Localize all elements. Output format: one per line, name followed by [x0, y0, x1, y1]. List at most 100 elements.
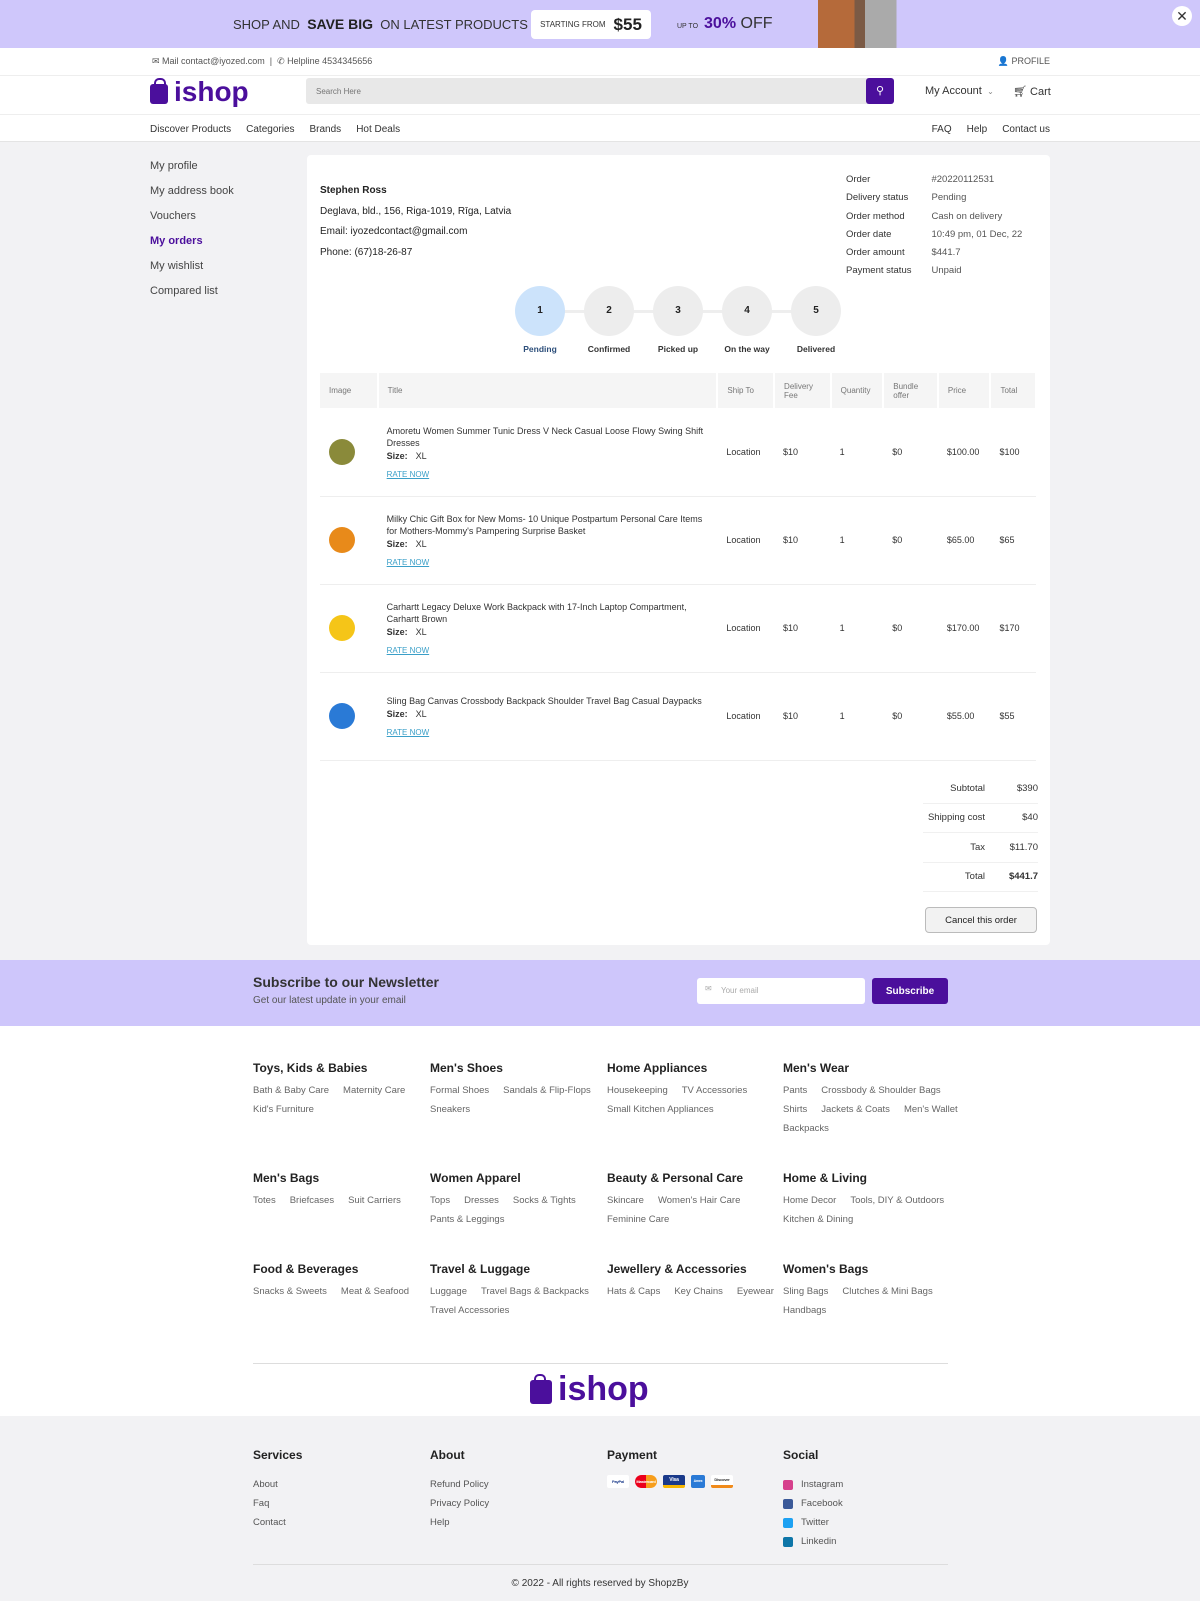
category-link[interactable]: Kid's Furniture: [253, 1104, 314, 1115]
sidebar-item-my-profile[interactable]: My profile: [150, 160, 234, 185]
rate-now-link[interactable]: RATE NOW: [387, 646, 709, 655]
category-link[interactable]: Dresses: [464, 1195, 499, 1206]
category-link[interactable]: Briefcases: [290, 1195, 334, 1206]
total-label: Total: [964, 871, 985, 883]
sidebar-item-my-orders[interactable]: My orders: [150, 235, 234, 260]
product-thumbnail[interactable]: [329, 527, 355, 553]
category-link[interactable]: Tools, DIY & Outdoors: [850, 1195, 944, 1206]
category-link[interactable]: Luggage: [430, 1286, 467, 1297]
category-link[interactable]: Home Decor: [783, 1195, 836, 1206]
category-link[interactable]: Travel Accessories: [430, 1305, 509, 1316]
product-title[interactable]: Amoretu Women Summer Tunic Dress V Neck …: [387, 425, 709, 449]
category-link[interactable]: Bath & Baby Care: [253, 1085, 329, 1096]
sidebar-item-address-book[interactable]: My address book: [150, 185, 234, 210]
category-link[interactable]: Clutches & Mini Bags: [842, 1286, 932, 1297]
social-label: Instagram: [801, 1479, 844, 1490]
social-link-instagram[interactable]: Instagram: [783, 1475, 843, 1494]
nav-contact-us[interactable]: Contact us: [1002, 124, 1050, 135]
category-link[interactable]: Housekeeping: [607, 1085, 668, 1096]
nav-hot-deals[interactable]: Hot Deals: [356, 124, 400, 135]
footer-link-help[interactable]: Help: [430, 1513, 489, 1532]
category-link[interactable]: Feminine Care: [607, 1214, 669, 1225]
social-label: Linkedin: [801, 1536, 837, 1547]
category-link[interactable]: Formal Shoes: [430, 1085, 489, 1096]
product-title[interactable]: Carhartt Legacy Deluxe Work Backpack wit…: [387, 601, 709, 625]
nav-faq[interactable]: FAQ: [932, 124, 952, 135]
product-thumbnail[interactable]: [329, 703, 355, 729]
nav-brands[interactable]: Brands: [310, 124, 342, 135]
category-link[interactable]: Skincare: [607, 1195, 644, 1206]
promo-banner[interactable]: SHOP AND SAVE BIG ON LATEST PRODUCTS STA…: [0, 0, 1200, 48]
category-link[interactable]: TV Accessories: [682, 1085, 747, 1096]
footer-link-contact[interactable]: Contact: [253, 1513, 302, 1532]
mail-contact[interactable]: Mail contact@iyozed.com: [162, 56, 265, 66]
helpline[interactable]: Helpline 4534345656: [287, 56, 372, 66]
product-title[interactable]: Milky Chic Gift Box for New Moms- 10 Uni…: [387, 513, 709, 537]
progress-step: 4 On the way: [722, 286, 772, 354]
category-link[interactable]: Snacks & Sweets: [253, 1286, 327, 1297]
column-header: Delivery Fee: [774, 373, 832, 408]
sidebar-item-vouchers[interactable]: Vouchers: [150, 210, 234, 235]
category-link[interactable]: Backpacks: [783, 1123, 829, 1134]
category-link[interactable]: Totes: [253, 1195, 276, 1206]
footer-link-privacy[interactable]: Privacy Policy: [430, 1494, 489, 1513]
category-link[interactable]: Shirts: [783, 1104, 807, 1115]
my-account-dropdown[interactable]: My Account ⌄: [925, 85, 994, 97]
category-link[interactable]: Suit Carriers: [348, 1195, 401, 1206]
category-link[interactable]: Eyewear: [737, 1286, 774, 1297]
social-link-linkedin[interactable]: Linkedin: [783, 1532, 843, 1551]
rate-now-link[interactable]: RATE NOW: [387, 558, 709, 567]
nav-discover-products[interactable]: Discover Products: [150, 124, 231, 135]
category-link[interactable]: Jackets & Coats: [821, 1104, 890, 1115]
footer-logo[interactable]: ishop: [530, 1370, 649, 1409]
category-link[interactable]: Pants: [783, 1085, 807, 1096]
category-link[interactable]: Sling Bags: [783, 1286, 828, 1297]
sidebar-item-compared-list[interactable]: Compared list: [150, 285, 234, 310]
subscribe-button[interactable]: Subscribe: [872, 978, 948, 1004]
category-link[interactable]: Crossbody & Shoulder Bags: [821, 1085, 940, 1096]
footer-link-faq[interactable]: Faq: [253, 1494, 302, 1513]
column-header: Bundle offer: [883, 373, 939, 408]
category-link[interactable]: Kitchen & Dining: [783, 1214, 853, 1225]
footer-link-refund[interactable]: Refund Policy: [430, 1475, 489, 1494]
close-banner-button[interactable]: ✕: [1172, 6, 1192, 26]
category-link[interactable]: Maternity Care: [343, 1085, 405, 1096]
category-link[interactable]: Tops: [430, 1195, 450, 1206]
profile-link[interactable]: 👤 PROFILE: [998, 56, 1050, 67]
category-link[interactable]: Small Kitchen Appliances: [607, 1104, 714, 1115]
logo[interactable]: ishop: [150, 76, 249, 108]
rate-now-link[interactable]: RATE NOW: [387, 470, 709, 479]
newsletter-email-input[interactable]: ✉ Your email: [697, 978, 865, 1004]
divider: [253, 1564, 948, 1565]
banner-price-pill: STARTING FROM $55: [531, 10, 651, 39]
social-link-facebook[interactable]: Facebook: [783, 1494, 843, 1513]
rate-now-link[interactable]: RATE NOW: [387, 728, 709, 737]
product-title[interactable]: Sling Bag Canvas Crossbody Backpack Shou…: [387, 695, 709, 707]
category-link[interactable]: Hats & Caps: [607, 1286, 660, 1297]
product-thumbnail[interactable]: [329, 615, 355, 641]
category-link[interactable]: Key Chains: [674, 1286, 723, 1297]
category-link[interactable]: Socks & Tights: [513, 1195, 576, 1206]
search-button[interactable]: ⚲: [866, 78, 894, 104]
category-link[interactable]: Sneakers: [430, 1104, 470, 1115]
nav-categories[interactable]: Categories: [246, 124, 294, 135]
category-link[interactable]: Travel Bags & Backpacks: [481, 1286, 589, 1297]
category-link[interactable]: Meat & Seafood: [341, 1286, 409, 1297]
category-link[interactable]: Men's Wallet: [904, 1104, 958, 1115]
category-link[interactable]: Pants & Leggings: [430, 1214, 504, 1225]
category-link[interactable]: Sandals & Flip-Flops: [503, 1085, 591, 1096]
sidebar-item-wishlist[interactable]: My wishlist: [150, 260, 234, 285]
nav-help[interactable]: Help: [967, 124, 988, 135]
category-link[interactable]: Handbags: [783, 1305, 826, 1316]
newsletter-subtitle: Get our latest update in your email: [253, 995, 406, 1006]
cancel-order-button[interactable]: Cancel this order: [925, 907, 1037, 933]
banner-discount: UP TO 30% OFF: [677, 15, 773, 32]
footer-link-about[interactable]: About: [253, 1475, 302, 1494]
category-link[interactable]: Women's Hair Care: [658, 1195, 740, 1206]
product-thumbnail[interactable]: [329, 438, 355, 465]
search-input[interactable]: [306, 78, 856, 104]
social-link-twitter[interactable]: Twitter: [783, 1513, 843, 1532]
footer-payment: Payment PayPal Mastercard Visa Amex Disc…: [607, 1448, 733, 1488]
cart-button[interactable]: 🛒︎ Cart: [1013, 85, 1051, 98]
image-cell: [320, 584, 378, 673]
